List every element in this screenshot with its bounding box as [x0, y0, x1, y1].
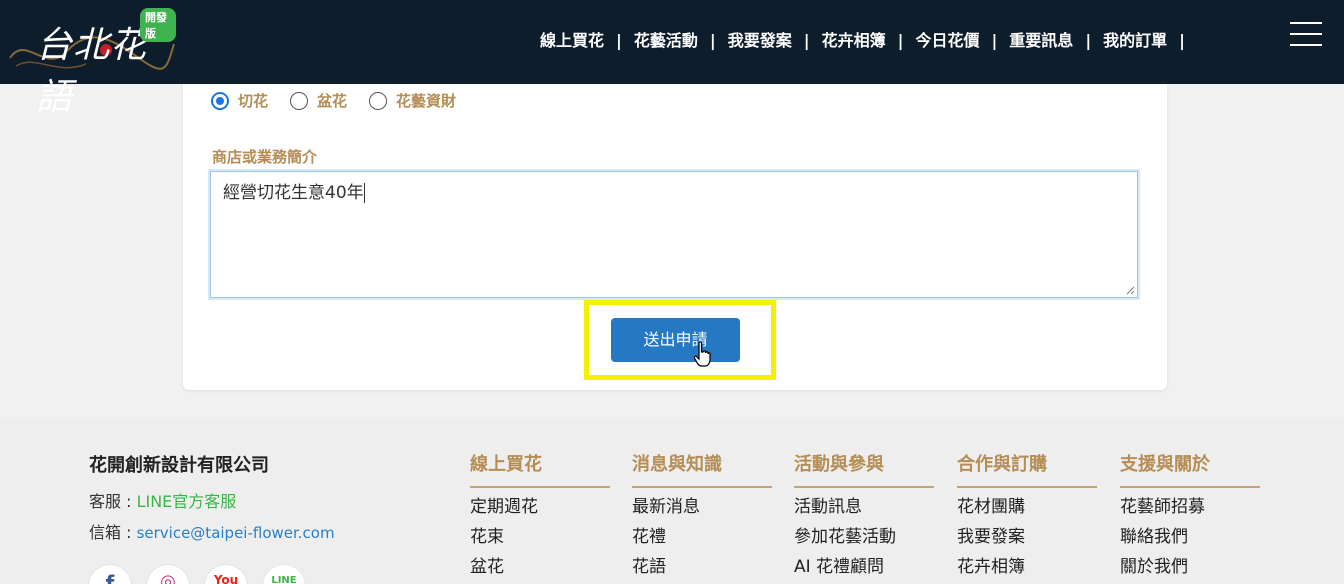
footer-link[interactable]: 花語 — [632, 556, 772, 578]
radio-floral-supplies[interactable]: 花藝資財 — [369, 90, 456, 111]
footer-col-events: 活動與參與 活動訊息 參加花藝活動 AI 花禮顧問 — [794, 450, 934, 578]
service-prefix: 客服 : — [89, 492, 137, 511]
footer-col-buy: 線上買花 定期週花 花束 盆花 — [470, 450, 610, 578]
application-form-card: 切花 盆花 花藝資財 商店或業務簡介 經營切花生意40年 送出申請 — [183, 84, 1167, 390]
social-links: f ◎ You LINE — [89, 565, 321, 584]
radio-checked-icon[interactable] — [211, 91, 229, 110]
footer-link[interactable]: 聯絡我們 — [1120, 526, 1260, 548]
nav-flower-album[interactable]: 花卉相簿 — [810, 30, 898, 52]
footer-link[interactable]: 花禮 — [632, 526, 772, 548]
nav-separator: | — [1179, 31, 1186, 50]
nav-post-job[interactable]: 我要發案 — [716, 30, 804, 52]
radio-unchecked-icon[interactable] — [290, 91, 309, 110]
footer-link[interactable]: 我要發案 — [957, 526, 1097, 548]
customer-service-line: 客服 : LINE官方客服 — [89, 488, 236, 512]
radio-unchecked-icon[interactable] — [369, 91, 388, 110]
footer-link[interactable]: 花材團購 — [957, 496, 1097, 518]
main-nav: 線上買花 | 花藝活動 | 我要發案 | 花卉相簿 | 今日花價 | 重要訊息 … — [528, 30, 1185, 52]
footer-link[interactable]: 最新消息 — [632, 496, 772, 518]
footer-link[interactable]: 定期週花 — [470, 496, 610, 518]
nav-my-orders[interactable]: 我的訂單 — [1091, 30, 1179, 52]
description-label: 商店或業務簡介 — [212, 148, 318, 166]
footer-link[interactable]: 參加花藝活動 — [794, 526, 934, 548]
text-caret — [363, 183, 365, 203]
site-header: 台北花語 開發版 線上買花 | 花藝活動 | 我要發案 | 花卉相簿 | 今日花… — [0, 0, 1344, 118]
description-value: 經營切花生意40年 — [223, 183, 364, 203]
nav-online-buy[interactable]: 線上買花 — [528, 30, 616, 52]
site-logo[interactable]: 台北花語 開發版 — [6, 4, 176, 118]
email-line: 信箱 : service@taipei-flower.com — [89, 519, 335, 543]
footer-col-title: 活動與參與 — [794, 450, 934, 488]
resize-handle-icon[interactable] — [1126, 286, 1135, 295]
nav-floral-events[interactable]: 花藝活動 — [622, 30, 710, 52]
footer-link[interactable]: 關於我們 — [1120, 556, 1260, 578]
submit-application-button[interactable]: 送出申請 — [611, 318, 740, 362]
description-textarea[interactable]: 經營切花生意40年 — [210, 171, 1138, 298]
youtube-icon[interactable]: You — [205, 565, 247, 584]
line-icon[interactable]: LINE — [263, 565, 305, 584]
radio-label: 盆花 — [317, 92, 348, 110]
footer-col-title: 消息與知識 — [632, 450, 772, 488]
email-prefix: 信箱 : — [89, 523, 137, 542]
site-footer: 花開創新設計有限公司 客服 : LINE官方客服 信箱 : service@ta… — [0, 419, 1344, 584]
radio-potted-flower[interactable]: 盆花 — [290, 90, 347, 111]
facebook-icon[interactable]: f — [89, 565, 131, 584]
line-service-link[interactable]: LINE官方客服 — [137, 492, 237, 511]
email-link[interactable]: service@taipei-flower.com — [137, 524, 335, 542]
instagram-icon[interactable]: ◎ — [147, 565, 189, 584]
footer-link[interactable]: 花卉相簿 — [957, 556, 1097, 578]
nav-important-news[interactable]: 重要訊息 — [997, 30, 1085, 52]
dev-badge: 開發版 — [140, 8, 176, 42]
footer-col-title: 線上買花 — [470, 450, 610, 488]
footer-link[interactable]: 花束 — [470, 526, 610, 548]
radio-label: 切花 — [238, 92, 269, 110]
category-radio-group: 切花 盆花 花藝資財 — [211, 90, 478, 111]
footer-col-title: 合作與訂購 — [957, 450, 1097, 488]
footer-col-news: 消息與知識 最新消息 花禮 花語 — [632, 450, 772, 578]
hand-pointer-icon — [693, 341, 711, 367]
footer-link[interactable]: AI 花禮顧問 — [794, 556, 934, 578]
footer-link[interactable]: 盆花 — [470, 556, 610, 578]
company-name: 花開創新設計有限公司 — [89, 455, 269, 476]
radio-cut-flower[interactable]: 切花 — [211, 90, 268, 111]
footer-col-support: 支援與關於 花藝師招募 聯絡我們 關於我們 — [1120, 450, 1260, 578]
hamburger-menu-icon[interactable] — [1290, 22, 1322, 48]
submit-highlight-box: 送出申請 — [584, 300, 776, 380]
footer-col-cooperation: 合作與訂購 花材團購 我要發案 花卉相簿 — [957, 450, 1097, 578]
footer-link[interactable]: 花藝師招募 — [1120, 496, 1260, 518]
nav-today-price[interactable]: 今日花價 — [903, 30, 991, 52]
radio-label: 花藝資財 — [396, 92, 457, 110]
footer-col-title: 支援與關於 — [1120, 450, 1260, 488]
footer-link[interactable]: 活動訊息 — [794, 496, 934, 518]
